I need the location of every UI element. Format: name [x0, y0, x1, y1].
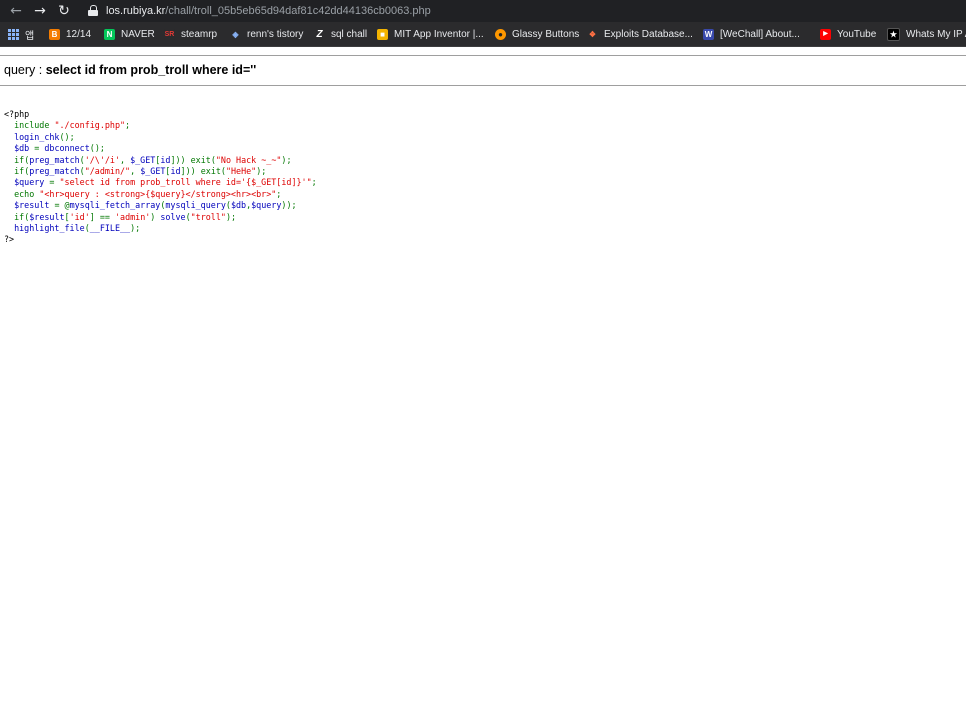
bookmark-mit-app-inventor[interactable]: ■ MIT App Inventor |... — [377, 26, 484, 42]
youtube-icon: ▶ — [820, 28, 831, 40]
bookmark-label: steamrp — [181, 28, 218, 40]
back-arrow-icon[interactable]: ← — [8, 3, 24, 19]
bookmark-label: 12/14 — [66, 28, 92, 40]
browser-toolbar: ← → ↻ los.rubiya.kr/chall/troll_05b5eb65… — [0, 0, 966, 22]
whatsmyip-icon: ★ — [887, 27, 900, 41]
code-line: if(preg_match('/\'/i', $_GET[id])) exit(… — [14, 154, 292, 165]
bookmark-steamrp[interactable]: SR steamrp — [164, 26, 217, 42]
query-line: query : select id from prob_troll where … — [4, 63, 256, 77]
forward-arrow-icon[interactable]: → — [32, 3, 48, 19]
bookmark-label: YouTube — [837, 28, 877, 40]
php-source-code: <?php include "./config.php"; login_chk(… — [4, 109, 317, 246]
url-path: /chall/troll_05b5eb65d94daf81c42dd44136c… — [165, 5, 431, 17]
exploit-db-icon: ❖ — [588, 29, 597, 39]
bookmark-naver[interactable]: N NAVER — [104, 26, 155, 42]
code-line: login_chk(); — [14, 131, 75, 142]
bookmark-youtube[interactable]: ▶ YouTube — [820, 26, 876, 42]
page-content: query : select id from prob_troll where … — [0, 47, 966, 724]
lock-icon[interactable] — [88, 5, 98, 16]
tistory-icon: ◈ — [232, 29, 239, 39]
code-line: ?> — [4, 234, 15, 245]
apps-grid-icon — [8, 28, 19, 40]
z-icon: Z — [316, 28, 323, 40]
bottom-divider — [0, 85, 966, 86]
reload-icon[interactable]: ↻ — [56, 3, 72, 19]
bookmark-1214[interactable]: B 12/14 — [49, 26, 91, 42]
code-line: highlight_file(__FILE__); — [14, 223, 141, 234]
bookmark-sql-chall[interactable]: Z sql chall — [314, 26, 367, 42]
app-inventor-icon: ■ — [377, 28, 388, 40]
bookmark-label: Glassy Buttons — [512, 28, 580, 40]
steamrp-icon: SR — [164, 28, 175, 40]
query-label: query : — [4, 63, 46, 77]
bookmark-label: NAVER — [121, 28, 155, 40]
glassy-buttons-icon: ● — [495, 28, 506, 40]
bookmark-label: 앱 — [25, 30, 35, 42]
bookmark-label: sql chall — [331, 28, 368, 40]
blogger-icon: B — [49, 28, 60, 40]
query-value: select id from prob_troll where id='' — [45, 63, 257, 77]
url-host: los.rubiya.kr — [106, 5, 166, 17]
code-line: include "./config.php"; — [14, 120, 131, 131]
bookmark-label: MIT App Inventor |... — [394, 28, 484, 40]
bookmark-exploits-database[interactable]: ❖ Exploits Database... — [587, 26, 693, 42]
code-line: $query = "select id from prob_troll wher… — [14, 177, 317, 188]
naver-icon: N — [104, 28, 115, 40]
bookmark-label: Whats My IP A — [906, 28, 966, 40]
bookmark-label: [WeChall] About... — [720, 28, 800, 40]
code-line: if(preg_match("/admin/", $_GET[id])) exi… — [14, 166, 267, 177]
code-line: $result = @mysqli_fetch_array(mysqli_que… — [14, 200, 297, 211]
bookmark-glassy-buttons[interactable]: ● Glassy Buttons — [495, 26, 579, 42]
top-divider — [0, 55, 966, 56]
bookmark-wechall[interactable]: W [WeChall] About... — [703, 26, 800, 42]
code-line: $db = dbconnect(); — [14, 143, 105, 154]
code-line: <?php — [4, 109, 30, 119]
bookmark-whats-my-ip[interactable]: ★ Whats My IP A — [887, 26, 966, 42]
bookmark-label: Exploits Database... — [604, 28, 693, 40]
code-line: if($result['id'] == 'admin') solve("trol… — [14, 211, 237, 222]
url-text[interactable]: los.rubiya.kr/chall/troll_05b5eb65d94daf… — [106, 4, 431, 18]
code-line: echo "<hr>query : <strong>{$query}</stro… — [14, 188, 282, 199]
bookmark-label: renn's tistory — [247, 28, 304, 40]
bookmark-apps[interactable]: 앱 — [8, 26, 34, 42]
wechall-icon: W — [703, 28, 714, 40]
bookmark-renns-tistory[interactable]: ◈ renn's tistory — [230, 26, 303, 42]
address-bar[interactable]: los.rubiya.kr/chall/troll_05b5eb65d94daf… — [82, 2, 966, 20]
bookmarks-bar: 앱 B 12/14 N NAVER SR steamrp ◈ renn's ti… — [0, 22, 966, 47]
